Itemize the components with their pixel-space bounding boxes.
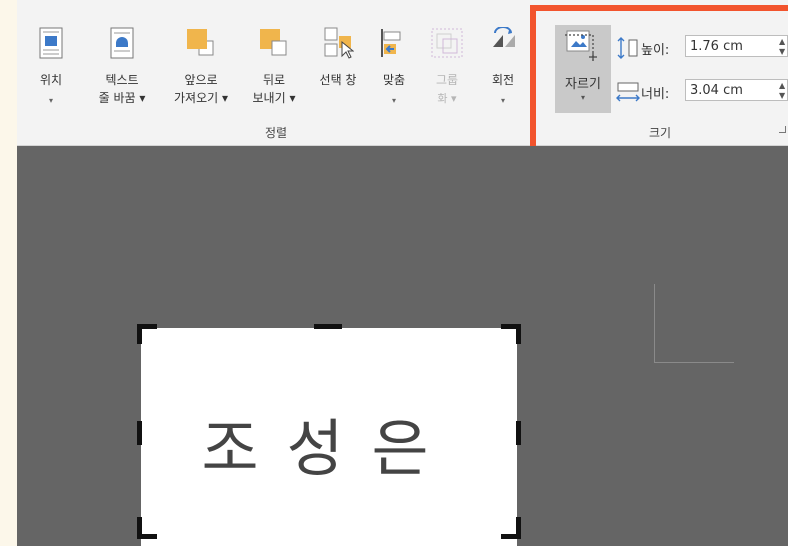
crop-handle-top-right[interactable]	[516, 324, 521, 344]
bring-forward-label-2: 가져오기 ▾	[174, 91, 228, 105]
send-backward-button[interactable]: 뒤로 보내기 ▾	[241, 25, 307, 115]
selection-pane-label: 선택 창	[319, 73, 357, 87]
send-backward-label-2: 보내기 ▾	[252, 91, 296, 105]
send-backward-icon	[260, 29, 287, 56]
wrap-text-button[interactable]: 텍스트 줄 바꿈 ▾	[77, 25, 167, 115]
crop-handle-right[interactable]	[516, 421, 521, 445]
chevron-down-icon: ▾	[500, 96, 505, 105]
crop-handle-bottom-left[interactable]	[137, 534, 157, 539]
wrap-text-icon	[110, 27, 134, 59]
align-button[interactable]: 맞춤 ▾	[373, 25, 415, 115]
position-label: 위치	[39, 73, 63, 87]
crop-handle-top-left[interactable]	[137, 324, 142, 344]
position-button[interactable]: 위치 ▾	[33, 25, 69, 115]
selection-pane-icon	[324, 27, 354, 59]
rotate-label: 회전	[491, 73, 515, 87]
rotate-icon	[493, 27, 515, 47]
position-icon	[39, 27, 63, 59]
highlight-box	[530, 5, 788, 154]
chevron-down-icon: ▾	[391, 96, 396, 105]
rotate-button[interactable]: 회전 ▾	[479, 25, 527, 115]
align-label: 맞춤	[382, 73, 406, 87]
arrange-group-label: 정렬	[265, 126, 288, 140]
crop-handle-left[interactable]	[137, 421, 142, 445]
selection-pane-button[interactable]: 선택 창	[309, 25, 367, 115]
chevron-down-icon: ▾	[48, 96, 53, 105]
group-label-1: 그룹	[435, 73, 459, 87]
bring-forward-button[interactable]: 앞으로 가져오기 ▾	[165, 25, 237, 115]
crop-handle-top[interactable]	[314, 324, 342, 329]
bring-forward-label-1: 앞으로	[184, 73, 218, 87]
wrap-text-label-1: 텍스트	[105, 73, 139, 87]
signature-image[interactable]: 조성은	[141, 328, 517, 546]
margin-guide-horizontal	[654, 362, 734, 363]
group-icon	[431, 28, 463, 58]
group-label-2: 화 ▾	[437, 92, 457, 105]
crop-handle-bottom-right[interactable]	[501, 534, 521, 539]
signature-text: 조성은	[201, 412, 457, 485]
send-backward-label-1: 뒤로	[262, 73, 286, 87]
margin-guide-vertical	[654, 284, 655, 362]
align-icon	[381, 29, 401, 57]
bring-forward-icon	[187, 29, 214, 56]
wrap-text-label-2: 줄 바꿈 ▾	[98, 91, 146, 105]
app-window: 위치 ▾ 텍스트 줄 바꿈 ▾ 앞으로 가져오기 ▾ 뒤로 보내기 ▾ 선택 창…	[17, 0, 788, 546]
group-button[interactable]: 그룹 화 ▾	[425, 25, 469, 115]
